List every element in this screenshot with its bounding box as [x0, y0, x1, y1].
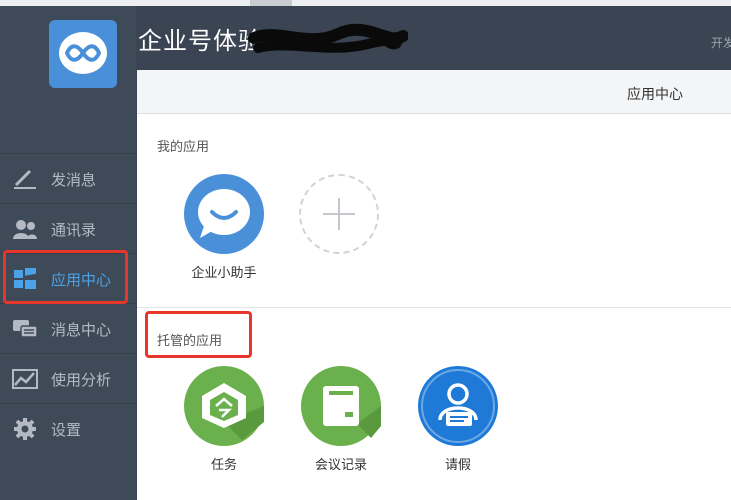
- panel-header: 应用中心: [137, 70, 731, 114]
- sidebar-item-label: 设置: [51, 421, 82, 439]
- app-center-panel: 应用中心 我的应用 企业小助手 托管的应用 任务 会议记录 请假: [137, 70, 731, 500]
- my-apps-label: 我的应用: [157, 140, 210, 155]
- redaction-scribble: [248, 23, 408, 53]
- app-name: 会议记录: [314, 458, 367, 473]
- app-name: 任务: [210, 458, 237, 473]
- highlight-box-sidebar: [3, 250, 128, 304]
- infinity-icon: [64, 44, 102, 62]
- company-title: 企业号体验: [138, 27, 263, 55]
- sidebar-item-label: 通讯录: [51, 221, 97, 239]
- sidebar-item-analytics[interactable]: 使用分析: [0, 353, 136, 403]
- sidebar-item-send-message[interactable]: 发消息: [0, 153, 136, 203]
- app-name: 企业小助手: [191, 266, 257, 281]
- gear-icon: [14, 418, 36, 440]
- panel-title: 应用中心: [627, 87, 683, 103]
- section-divider: [137, 307, 731, 308]
- pencil-icon: [14, 169, 36, 189]
- sidebar-item-label: 发消息: [51, 171, 97, 189]
- contacts-icon: [13, 220, 37, 239]
- app-logo[interactable]: [49, 20, 117, 88]
- leave-request-icon: [418, 366, 498, 446]
- line-chart-icon: [12, 369, 38, 389]
- chat-bubbles-icon: [13, 320, 38, 338]
- smile-bubble-icon: [184, 174, 264, 254]
- sidebar-item-label: 使用分析: [51, 371, 112, 389]
- sidebar-item-message-center[interactable]: 消息中心: [0, 303, 136, 353]
- sidebar-item-settings[interactable]: 设置: [0, 403, 136, 453]
- sidebar-item-label: 消息中心: [51, 321, 112, 339]
- app-name: 请假: [444, 458, 471, 473]
- task-icon: [184, 366, 264, 446]
- meeting-notes-icon: [301, 366, 381, 446]
- highlight-box-hosted: [145, 311, 252, 358]
- plus-icon: [299, 174, 379, 254]
- developer-link[interactable]: 开发: [711, 34, 731, 51]
- sidebar-item-contacts[interactable]: 通讯录: [0, 203, 136, 253]
